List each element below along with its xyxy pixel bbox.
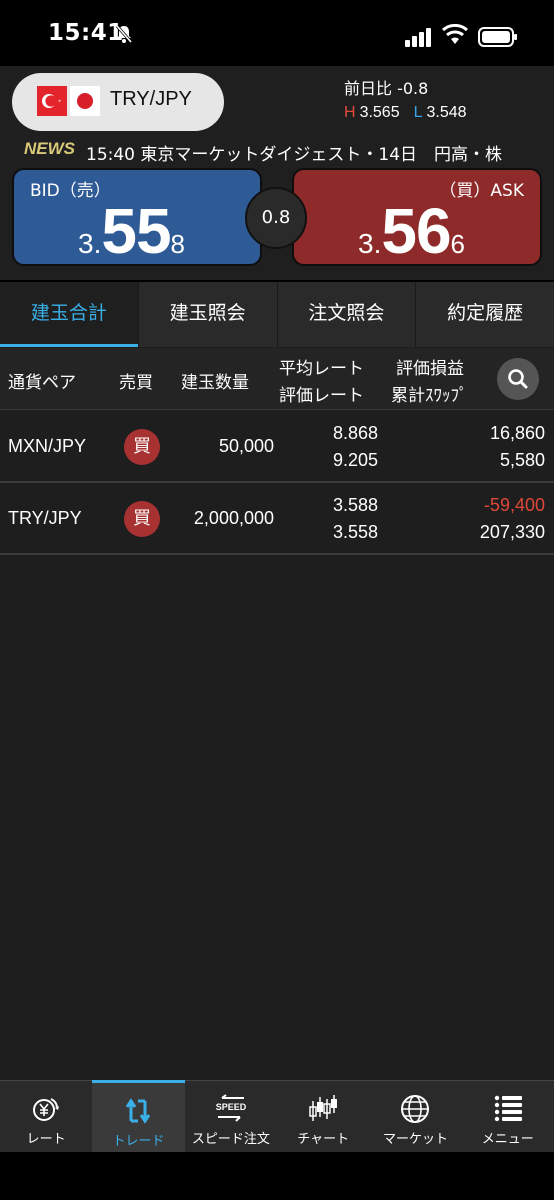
- col-pair: 通貨ペア: [8, 373, 76, 393]
- news-badge: NEWS: [24, 139, 75, 158]
- nav-rate[interactable]: レート: [0, 1081, 92, 1152]
- nav-market[interactable]: マーケット: [369, 1081, 461, 1152]
- cellular-signal-icon: [405, 28, 431, 47]
- high-label: H: [344, 104, 356, 121]
- currency-pair-label: TRY/JPY: [110, 88, 192, 110]
- spread-badge: 0.8: [245, 187, 307, 249]
- previous-day-change: 前日比 -0.8: [344, 79, 429, 98]
- row-swap: 207,330: [479, 522, 545, 542]
- ask-price: 3.566: [358, 194, 465, 268]
- status-bar: 15:41: [0, 0, 554, 66]
- turkey-flag-icon: [37, 86, 67, 116]
- row-pl: -59,400: [483, 495, 545, 515]
- table-header: 通貨ペア 売買 建玉数量 平均レート 評価レート 評価損益 累計ｽﾜｯﾌﾟ: [0, 348, 554, 410]
- row-qty: 2,000,000: [193, 508, 274, 528]
- high-low-readout: H 3.565 L 3.548: [344, 104, 467, 122]
- bid-button[interactable]: BID（売） 3.558: [12, 168, 262, 268]
- nav-label: レート: [26, 1132, 66, 1147]
- col-swap: 累計ｽﾜｯﾌﾟ: [391, 386, 468, 406]
- nav-menu[interactable]: メニュー: [462, 1081, 554, 1152]
- ask-price-int: 3.: [358, 228, 382, 259]
- nav-label: マーケット: [382, 1132, 448, 1147]
- tab-position-summary[interactable]: 建玉合計: [0, 282, 138, 347]
- ask-button[interactable]: （買）ASK 3.566: [292, 168, 542, 268]
- rate-header: TRY/JPY 前日比 -0.8 H 3.565 L 3.548 NEWS 15:40…: [0, 66, 554, 280]
- row-eval-rate: 3.558: [332, 522, 378, 542]
- bid-price-pip: 8: [170, 229, 186, 259]
- news-ticker[interactable]: NEWS 15:40 東京マーケットダイジェスト・14日 円高・株: [0, 139, 554, 163]
- col-pl: 評価損益: [396, 359, 464, 379]
- nav-label: メニュー: [481, 1132, 534, 1147]
- table-row[interactable]: TRY/JPY 買 2,000,000 3.588 3.558 -59,400 …: [0, 483, 554, 555]
- row-eval-rate: 9.205: [332, 450, 378, 470]
- nav-label: チャート: [297, 1132, 350, 1147]
- search-icon: [508, 369, 528, 389]
- tab-position-inquiry[interactable]: 建玉照会: [137, 282, 277, 347]
- status-time: 15:41: [48, 20, 124, 46]
- battery-icon: [478, 27, 517, 47]
- svg-text:SPEED: SPEED: [216, 1102, 247, 1112]
- high-value: 3.565: [359, 104, 400, 121]
- candlestick-chart-icon: [309, 1095, 338, 1121]
- tab-order-inquiry[interactable]: 注文照会: [276, 282, 416, 347]
- bid-price: 3.558: [78, 194, 185, 268]
- nav-trade[interactable]: トレード: [92, 1080, 185, 1152]
- bottom-navigation: レート トレード SPEED スピード注文 チャート マーケット メニュー: [0, 1080, 554, 1152]
- bid-price-big: 55: [101, 195, 171, 267]
- low-value: 3.548: [426, 104, 467, 121]
- positions-table: MXN/JPY 買 50,000 8.868 9.205 16,860 5,58…: [0, 411, 554, 555]
- yen-rate-icon: [33, 1098, 60, 1121]
- nav-chart[interactable]: チャート: [277, 1081, 369, 1152]
- col-qty: 建玉数量: [181, 373, 249, 393]
- row-avg-rate: 8.868: [332, 423, 378, 443]
- home-indicator-area: [0, 1152, 554, 1200]
- search-button[interactable]: [497, 358, 539, 400]
- nav-speed-order[interactable]: SPEED スピード注文: [185, 1081, 277, 1152]
- ask-price-pip: 6: [450, 229, 466, 259]
- japan-flag-icon: [70, 86, 100, 116]
- position-tabs: 建玉合計 建玉照会 注文照会 約定履歴: [0, 282, 554, 347]
- wifi-icon: [442, 24, 468, 44]
- col-side: 売買: [119, 373, 153, 393]
- row-pair: TRY/JPY: [8, 508, 82, 528]
- ask-price-big: 56: [381, 195, 451, 267]
- nav-label: トレード: [112, 1134, 165, 1149]
- speed-order-icon: SPEED: [216, 1094, 247, 1122]
- col-eval-rate: 評価レート: [279, 386, 364, 406]
- globe-icon: [401, 1095, 430, 1123]
- table-row[interactable]: MXN/JPY 買 50,000 8.868 9.205 16,860 5,58…: [0, 411, 554, 483]
- bid-price-int: 3.: [78, 228, 102, 259]
- low-label: L: [413, 104, 423, 121]
- row-swap: 5,580: [499, 450, 545, 470]
- menu-list-icon: [494, 1095, 522, 1122]
- trade-icon: [126, 1098, 151, 1124]
- row-avg-rate: 3.588: [332, 495, 378, 515]
- bell-muted-icon: [115, 25, 133, 43]
- tab-execution-history[interactable]: 約定履歴: [415, 282, 554, 347]
- col-avg-rate: 平均レート: [279, 359, 364, 379]
- row-side-badge: 買: [124, 501, 160, 537]
- row-pl: 16,860: [489, 423, 545, 443]
- row-pair: MXN/JPY: [8, 436, 87, 456]
- row-qty: 50,000: [218, 436, 274, 456]
- news-headline: 15:40 東京マーケットダイジェスト・14日 円高・株: [86, 145, 503, 163]
- nav-label: スピード注文: [191, 1132, 270, 1147]
- row-side-badge: 買: [124, 429, 160, 465]
